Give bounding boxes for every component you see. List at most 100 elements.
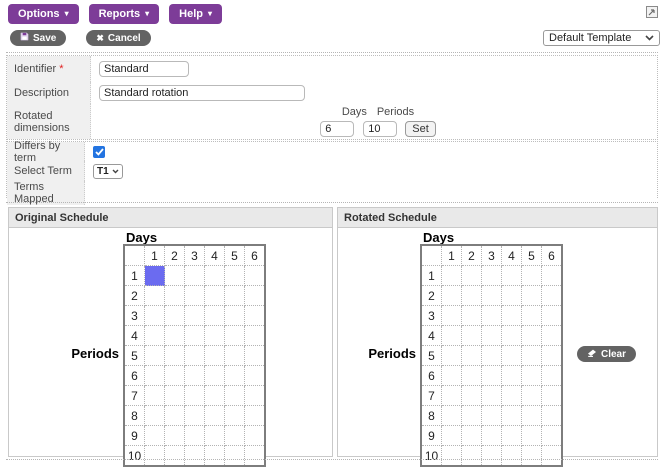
- schedule-cell[interactable]: [501, 365, 522, 386]
- schedule-cell[interactable]: [144, 325, 165, 346]
- schedule-cell[interactable]: [244, 285, 266, 306]
- schedule-cell[interactable]: [521, 385, 542, 406]
- options-menu-button[interactable]: Options ▾: [8, 4, 79, 24]
- schedule-cell[interactable]: [204, 405, 225, 426]
- schedule-cell[interactable]: [441, 425, 462, 446]
- schedule-cell[interactable]: [461, 405, 482, 426]
- schedule-cell[interactable]: [481, 305, 502, 326]
- schedule-cell[interactable]: [184, 365, 205, 386]
- schedule-cell[interactable]: [184, 285, 205, 306]
- schedule-cell[interactable]: [224, 365, 245, 386]
- schedule-cell[interactable]: [244, 425, 266, 446]
- schedule-cell[interactable]: [481, 365, 502, 386]
- schedule-cell[interactable]: [144, 305, 165, 326]
- schedule-cell[interactable]: [144, 265, 165, 286]
- schedule-cell[interactable]: [521, 345, 542, 366]
- schedule-cell[interactable]: [204, 325, 225, 346]
- schedule-cell[interactable]: [441, 405, 462, 426]
- schedule-cell[interactable]: [461, 365, 482, 386]
- schedule-cell[interactable]: [441, 325, 462, 346]
- template-select[interactable]: Default Template: [543, 30, 660, 46]
- schedule-cell[interactable]: [481, 345, 502, 366]
- schedule-cell[interactable]: [144, 345, 165, 366]
- schedule-cell[interactable]: [481, 265, 502, 286]
- schedule-cell[interactable]: [204, 285, 225, 306]
- schedule-cell[interactable]: [204, 345, 225, 366]
- schedule-cell[interactable]: [501, 345, 522, 366]
- schedule-cell[interactable]: [184, 265, 205, 286]
- periods-input[interactable]: [363, 121, 398, 137]
- schedule-cell[interactable]: [244, 385, 266, 406]
- schedule-cell[interactable]: [441, 285, 462, 306]
- schedule-cell[interactable]: [244, 405, 266, 426]
- schedule-cell[interactable]: [184, 405, 205, 426]
- schedule-cell[interactable]: [184, 425, 205, 446]
- schedule-cell[interactable]: [184, 305, 205, 326]
- days-input[interactable]: [320, 121, 355, 137]
- schedule-cell[interactable]: [204, 385, 225, 406]
- schedule-cell[interactable]: [441, 345, 462, 366]
- schedule-cell[interactable]: [144, 365, 165, 386]
- schedule-cell[interactable]: [244, 305, 266, 326]
- schedule-cell[interactable]: [224, 285, 245, 306]
- schedule-cell[interactable]: [481, 285, 502, 306]
- schedule-cell[interactable]: [244, 325, 266, 346]
- schedule-cell[interactable]: [164, 325, 185, 346]
- schedule-cell[interactable]: [461, 325, 482, 346]
- schedule-cell[interactable]: [224, 425, 245, 446]
- schedule-cell[interactable]: [441, 305, 462, 326]
- schedule-cell[interactable]: [461, 265, 482, 286]
- schedule-cell[interactable]: [461, 305, 482, 326]
- schedule-cell[interactable]: [521, 265, 542, 286]
- schedule-cell[interactable]: [244, 265, 266, 286]
- schedule-cell[interactable]: [144, 425, 165, 446]
- schedule-cell[interactable]: [481, 405, 502, 426]
- schedule-cell[interactable]: [184, 325, 205, 346]
- schedule-cell[interactable]: [541, 405, 563, 426]
- help-menu-button[interactable]: Help ▾: [169, 4, 223, 24]
- schedule-cell[interactable]: [184, 345, 205, 366]
- schedule-cell[interactable]: [461, 285, 482, 306]
- schedule-cell[interactable]: [204, 305, 225, 326]
- schedule-cell[interactable]: [164, 285, 185, 306]
- schedule-cell[interactable]: [521, 325, 542, 346]
- description-input[interactable]: [99, 85, 305, 101]
- schedule-cell[interactable]: [204, 365, 225, 386]
- open-new-window-icon[interactable]: [646, 6, 658, 18]
- schedule-cell[interactable]: [224, 325, 245, 346]
- cancel-button[interactable]: ✖ Cancel: [86, 30, 151, 46]
- schedule-cell[interactable]: [224, 345, 245, 366]
- schedule-cell[interactable]: [541, 305, 563, 326]
- schedule-cell[interactable]: [521, 305, 542, 326]
- set-button[interactable]: Set: [405, 121, 436, 137]
- schedule-cell[interactable]: [501, 385, 522, 406]
- schedule-cell[interactable]: [461, 425, 482, 446]
- schedule-cell[interactable]: [541, 345, 563, 366]
- schedule-cell[interactable]: [521, 285, 542, 306]
- schedule-cell[interactable]: [164, 405, 185, 426]
- schedule-cell[interactable]: [461, 345, 482, 366]
- identifier-input[interactable]: [99, 61, 189, 77]
- schedule-cell[interactable]: [541, 365, 563, 386]
- schedule-cell[interactable]: [481, 385, 502, 406]
- schedule-cell[interactable]: [441, 265, 462, 286]
- schedule-cell[interactable]: [541, 385, 563, 406]
- clear-button[interactable]: Clear: [577, 346, 637, 362]
- reports-menu-button[interactable]: Reports ▾: [88, 4, 160, 24]
- save-button[interactable]: Save: [10, 30, 67, 46]
- schedule-cell[interactable]: [144, 385, 165, 406]
- schedule-cell[interactable]: [224, 405, 245, 426]
- schedule-cell[interactable]: [164, 265, 185, 286]
- schedule-cell[interactable]: [184, 385, 205, 406]
- schedule-cell[interactable]: [541, 425, 563, 446]
- schedule-cell[interactable]: [521, 405, 542, 426]
- schedule-cell[interactable]: [481, 425, 502, 446]
- schedule-cell[interactable]: [244, 345, 266, 366]
- schedule-cell[interactable]: [501, 405, 522, 426]
- schedule-cell[interactable]: [224, 305, 245, 326]
- schedule-cell[interactable]: [541, 265, 563, 286]
- schedule-cell[interactable]: [144, 405, 165, 426]
- schedule-cell[interactable]: [521, 425, 542, 446]
- schedule-cell[interactable]: [164, 385, 185, 406]
- term-select[interactable]: T1: [93, 163, 123, 179]
